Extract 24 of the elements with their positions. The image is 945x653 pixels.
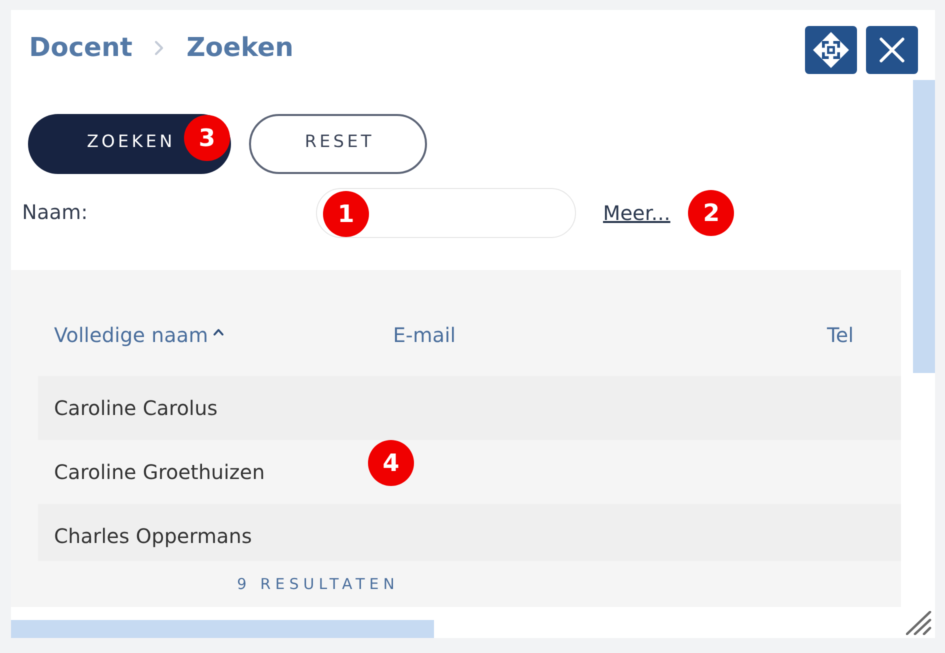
callout-marker: 4 (368, 440, 414, 486)
more-link[interactable]: Meer... (603, 201, 670, 225)
horizontal-scrollbar-thumb[interactable] (11, 620, 434, 638)
callout-marker: 2 (688, 190, 734, 236)
table-cell: Caroline Carolus (54, 396, 218, 420)
table-row[interactable]: Charles Oppermans (38, 504, 901, 561)
table-row[interactable]: Caroline Carolus (38, 376, 901, 440)
resize-grip-icon[interactable] (906, 611, 932, 635)
chevron-icon (154, 40, 164, 56)
move-icon (813, 32, 849, 68)
close-icon (879, 37, 905, 63)
breadcrumb-item[interactable]: Docent (29, 32, 132, 64)
move-button[interactable] (805, 26, 857, 74)
column-header[interactable]: E-mail (393, 324, 456, 346)
column-header[interactable]: Tel (827, 324, 854, 346)
close-button[interactable] (866, 26, 918, 74)
column-header[interactable]: Volledige naam (54, 324, 224, 346)
table-cell: Charles Oppermans (54, 524, 252, 548)
table-cell: Caroline Groethuizen (54, 460, 265, 484)
reset-button[interactable]: RESET (249, 114, 427, 174)
result-count: 9 RESULTATEN (237, 575, 399, 593)
vertical-scrollbar-thumb[interactable] (913, 80, 935, 373)
field-label: Naam: (22, 200, 89, 224)
breadcrumb-item: Zoeken (186, 32, 294, 64)
